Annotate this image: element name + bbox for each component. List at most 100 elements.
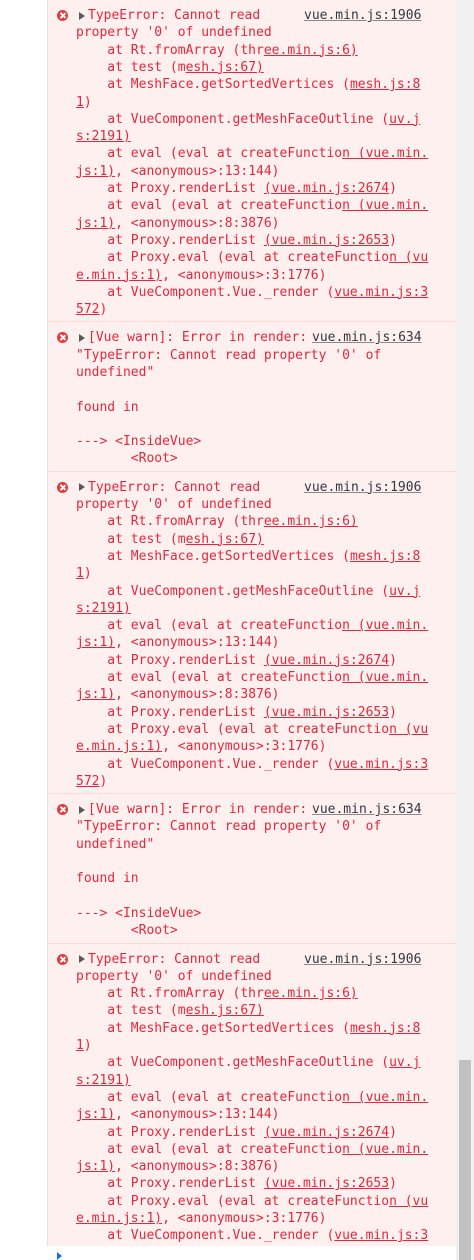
- message-line: at test (mesh.js:67): [76, 1003, 264, 1019]
- expand-triangle-icon[interactable]: [79, 483, 85, 492]
- message-line: at eval (eval at createFunction (vue.min…: [76, 198, 429, 214]
- expand-triangle-icon[interactable]: [79, 333, 85, 342]
- stack-frame-link[interactable]: s:2191): [76, 129, 131, 144]
- message-line: s:2191): [76, 1072, 131, 1089]
- message-line: "TypeError: Cannot read property '0' of: [76, 819, 382, 835]
- stack-frame-link[interactable]: n (vue.min.: [342, 1090, 428, 1105]
- message-line: at Proxy.eval (eval at createFunction (v…: [76, 1193, 429, 1209]
- scrollbar-thumb[interactable]: [459, 1060, 471, 1260]
- stack-frame-link[interactable]: e.min.js:1): [76, 739, 162, 754]
- expand-triangle-icon[interactable]: [79, 11, 85, 20]
- stack-frame-link[interactable]: js:1): [76, 635, 115, 650]
- console-vue-warning-entry: [Vue warn]: Error in render: "TypeError: …: [48, 322, 456, 472]
- console-vue-warning-entry: [Vue warn]: Error in render: "TypeError: …: [48, 794, 456, 944]
- stack-frame-link[interactable]: ee.min.js:6): [264, 43, 358, 58]
- message-line: js:1), <anonymous>:8:3876): [76, 215, 280, 231]
- stack-frame-link[interactable]: (vue.min.js:2674: [264, 1125, 389, 1140]
- stack-frame-link[interactable]: n (vu: [389, 722, 428, 737]
- stack-frame-link[interactable]: uv.j: [389, 112, 420, 127]
- message-line: at Proxy.renderList (vue.min.js:2674): [76, 652, 397, 668]
- message-line: ---> <InsideVue>: [76, 905, 202, 921]
- error-circle-icon: [57, 332, 68, 344]
- source-location-link[interactable]: vue.min.js:634: [312, 329, 422, 346]
- stack-frame-link[interactable]: ee.min.js:6): [264, 514, 358, 529]
- console-panel: TypeError: Cannot read property '0' of un…: [47, 0, 456, 1260]
- stack-frame-link[interactable]: (vue.min.js:2674: [264, 653, 389, 668]
- stack-frame-link[interactable]: (vue.min.js:2653: [264, 233, 389, 248]
- message-line: at MeshFace.getSortedVertices (mesh.js:8: [76, 1020, 421, 1036]
- console-error-entry: TypeError: Cannot read property '0' of un…: [48, 944, 456, 1260]
- stack-frame-link[interactable]: vue.min.js:3: [334, 285, 428, 300]
- stack-frame-link[interactable]: mesh.js:8: [350, 1021, 420, 1036]
- message-line: at VueComponent.getMeshFaceOutline (uv.j: [76, 111, 421, 127]
- stack-frame-link[interactable]: vue.min.js:3: [334, 1228, 428, 1243]
- stack-frame-link[interactable]: n (vue.min.: [342, 198, 428, 213]
- stack-frame-link[interactable]: js:1): [76, 164, 115, 179]
- message-line: 1): [76, 566, 92, 582]
- stack-frame-link[interactable]: js:1): [76, 216, 115, 231]
- stack-frame-link[interactable]: n (vue.min.: [342, 618, 428, 633]
- message-line: e.min.js:1), <anonymous>:3:1776): [76, 267, 327, 283]
- source-location-link[interactable]: vue.min.js:1906: [304, 479, 421, 496]
- message-line: property '0' of undefined: [76, 497, 272, 513]
- source-location-link[interactable]: vue.min.js:634: [312, 801, 422, 818]
- stack-frame-link[interactable]: (vue.min.js:2653: [264, 705, 389, 720]
- stack-frame-link[interactable]: n (vue.min.: [342, 146, 428, 161]
- message-line: at Proxy.renderList (vue.min.js:2653): [76, 232, 397, 248]
- stack-frame-link[interactable]: uv.j: [389, 1055, 420, 1070]
- source-location-link[interactable]: vue.min.js:1906: [304, 951, 421, 968]
- console-prompt-input[interactable]: [47, 1246, 456, 1260]
- message-line: 1): [76, 94, 92, 110]
- stack-frame-link[interactable]: (vue.min.js:2674: [264, 181, 389, 196]
- stack-frame-link[interactable]: uv.j: [389, 584, 420, 599]
- stack-frame-link[interactable]: js:1): [76, 1159, 115, 1174]
- message-line: js:1), <anonymous>:8:3876): [76, 687, 280, 703]
- stack-frame-link[interactable]: n (vu: [389, 1194, 428, 1209]
- message-line: <Root>: [76, 923, 178, 939]
- stack-frame-link[interactable]: esh.js:67): [186, 60, 264, 75]
- message-line: at eval (eval at createFunction (vue.min…: [76, 670, 429, 686]
- expand-triangle-icon[interactable]: [79, 955, 85, 964]
- console-error-entry: TypeError: Cannot read property '0' of un…: [48, 472, 456, 795]
- message-line: e.min.js:1), <anonymous>:3:1776): [76, 1211, 327, 1227]
- source-location-link[interactable]: vue.min.js:1906: [304, 7, 421, 24]
- stack-frame-link[interactable]: 572: [76, 302, 99, 317]
- message-line: 1): [76, 1038, 92, 1054]
- message-line: at Proxy.renderList (vue.min.js:2653): [76, 704, 397, 720]
- stack-frame-link[interactable]: mesh.js:8: [350, 549, 420, 564]
- message-line: at Rt.fromArray (three.min.js:6): [76, 42, 358, 58]
- stack-frame-link[interactable]: mesh.js:8: [350, 77, 420, 92]
- message-line: at eval (eval at createFunction (vue.min…: [76, 1141, 429, 1157]
- message-line: at Proxy.eval (eval at createFunction (v…: [76, 250, 429, 266]
- message-line: at eval (eval at createFunction (vue.min…: [76, 618, 429, 634]
- stack-frame-link[interactable]: js:1): [76, 687, 115, 702]
- stack-frame-link[interactable]: vue.min.js:3: [334, 757, 428, 772]
- stack-frame-link[interactable]: esh.js:67): [186, 532, 264, 547]
- message-line: at Proxy.eval (eval at createFunction (v…: [76, 721, 429, 737]
- stack-frame-link[interactable]: 1: [76, 566, 84, 581]
- stack-frame-link[interactable]: e.min.js:1): [76, 1211, 162, 1226]
- stack-frame-link[interactable]: 572: [76, 774, 99, 789]
- stack-frame-link[interactable]: s:2191): [76, 601, 131, 616]
- message-line: at Rt.fromArray (three.min.js:6): [76, 986, 358, 1002]
- stack-frame-link[interactable]: 1: [76, 95, 84, 110]
- stack-frame-link[interactable]: n (vu: [389, 250, 428, 265]
- message-headline: TypeError: Cannot read: [88, 951, 261, 967]
- stack-frame-link[interactable]: ee.min.js:6): [264, 986, 358, 1001]
- stack-frame-link[interactable]: js:1): [76, 1107, 115, 1122]
- expand-triangle-icon[interactable]: [79, 805, 85, 814]
- message-line: js:1), <anonymous>:8:3876): [76, 1159, 280, 1175]
- message-line: at VueComponent.Vue._render (vue.min.js:…: [76, 756, 429, 772]
- stack-frame-link[interactable]: s:2191): [76, 1073, 131, 1088]
- message-line: at test (mesh.js:67): [76, 531, 264, 547]
- message-line: js:1), <anonymous>:13:144): [76, 163, 280, 179]
- stack-frame-link[interactable]: 1: [76, 1038, 84, 1053]
- stack-frame-link[interactable]: n (vue.min.: [342, 1142, 428, 1157]
- stack-frame-link[interactable]: e.min.js:1): [76, 268, 162, 283]
- message-line: ---> <InsideVue>: [76, 434, 202, 450]
- message-line: property '0' of undefined: [76, 25, 272, 41]
- stack-frame-link[interactable]: (vue.min.js:2653: [264, 1176, 389, 1191]
- message-line: s:2191): [76, 600, 131, 617]
- stack-frame-link[interactable]: esh.js:67): [186, 1003, 264, 1018]
- stack-frame-link[interactable]: n (vue.min.: [342, 670, 428, 685]
